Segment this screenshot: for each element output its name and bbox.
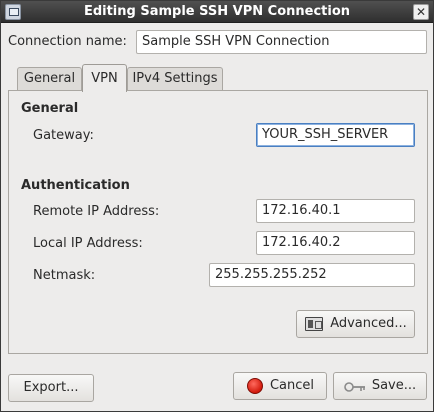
save-button-label: Save...: [371, 378, 417, 393]
cancel-button-label: Cancel: [269, 378, 315, 393]
authentication-heading: Authentication: [21, 178, 130, 193]
local-ip-field[interactable]: 172.16.40.2: [256, 231, 415, 255]
settings-icon: [305, 317, 323, 331]
advanced-button-label: Advanced...: [330, 316, 407, 331]
general-heading: General: [21, 101, 79, 116]
window-title: Editing Sample SSH VPN Connection: [83, 4, 351, 19]
close-icon[interactable]: ✕: [413, 4, 429, 20]
tab-ipv4-settings[interactable]: IPv4 Settings: [127, 67, 223, 91]
cancel-icon: [247, 378, 263, 394]
advanced-button[interactable]: Advanced...: [296, 310, 415, 338]
netmask-label: Netmask:: [33, 268, 96, 283]
key-icon: [344, 382, 365, 392]
tab-vpn[interactable]: VPN: [82, 64, 127, 92]
tab-general[interactable]: General: [17, 67, 82, 91]
export-button[interactable]: Export...: [8, 374, 94, 402]
save-button[interactable]: Save...: [333, 372, 427, 400]
remote-ip-field[interactable]: 172.16.40.1: [256, 199, 415, 223]
vpn-panel: General Gateway: YOUR_SSH_SERVER Authent…: [8, 90, 428, 354]
local-ip-label: Local IP Address:: [33, 236, 143, 251]
connection-name-label: Connection name:: [8, 34, 127, 49]
gateway-label: Gateway:: [33, 128, 94, 143]
cancel-button[interactable]: Cancel: [233, 372, 327, 400]
remote-ip-label: Remote IP Address:: [33, 204, 160, 219]
netmask-field[interactable]: 255.255.255.252: [209, 263, 415, 287]
connection-name-field[interactable]: Sample SSH VPN Connection: [136, 30, 427, 54]
dialog-window: Editing Sample SSH VPN Connection ✕ Conn…: [0, 0, 434, 412]
gateway-field[interactable]: YOUR_SSH_SERVER: [256, 123, 415, 147]
title-bar[interactable]: Editing Sample SSH VPN Connection ✕: [1, 1, 433, 23]
